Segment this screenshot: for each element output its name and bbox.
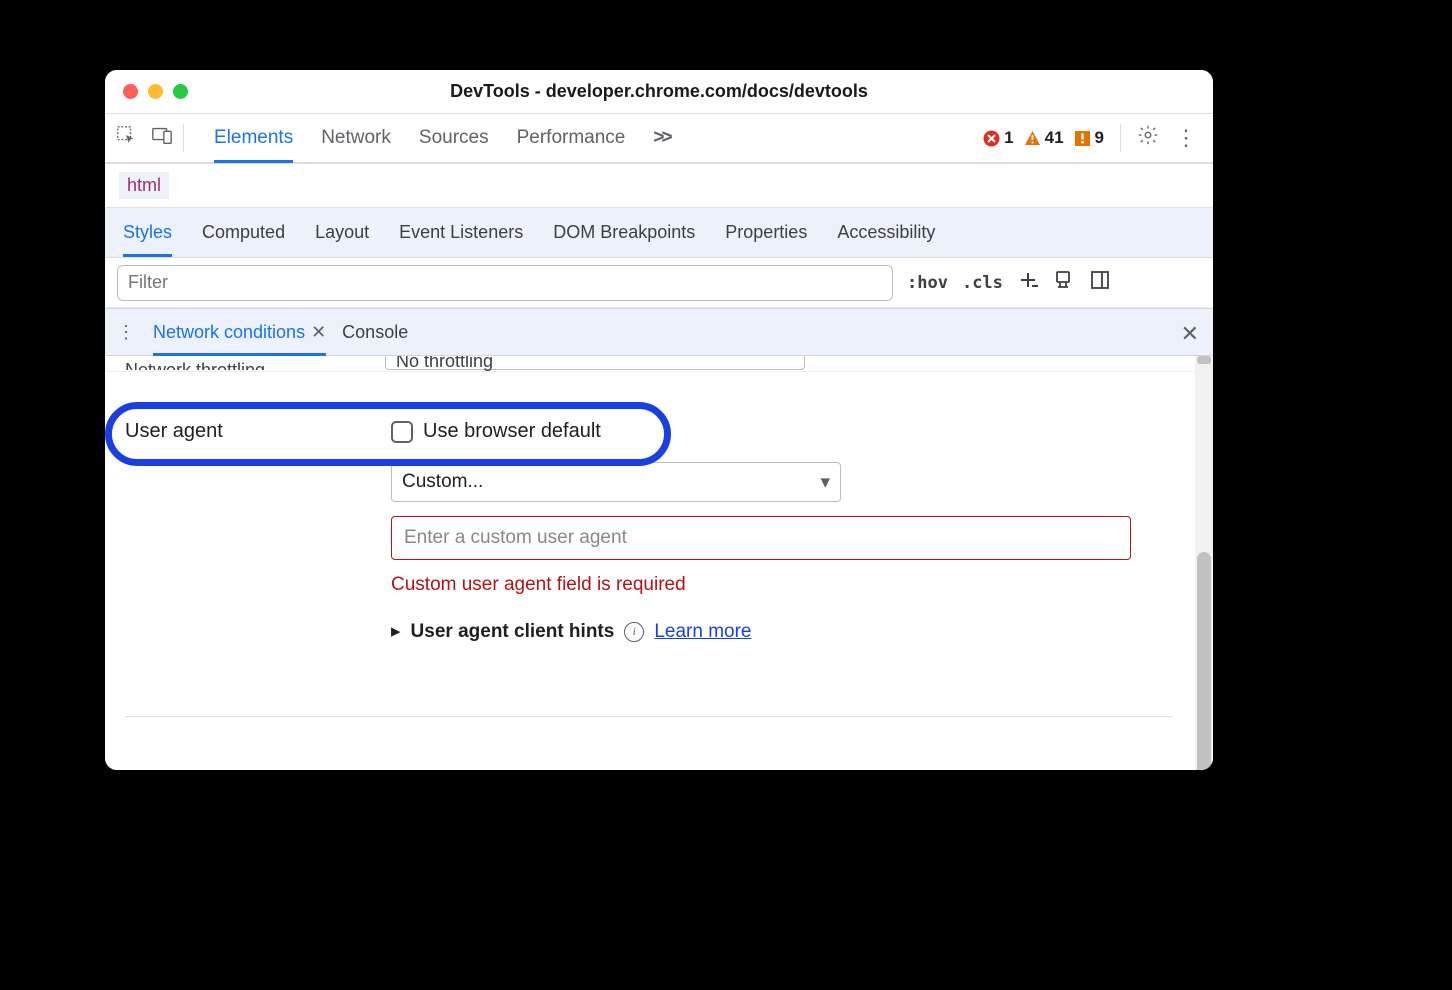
errors-count: 1 xyxy=(1004,128,1013,148)
subtab-layout[interactable]: Layout xyxy=(315,208,369,257)
tab-elements[interactable]: Elements xyxy=(214,115,293,161)
subtab-dom-breakpoints[interactable]: DOM Breakpoints xyxy=(553,208,695,257)
network-throttling-label: Network throttling xyxy=(125,356,385,370)
drawer-tab-network-conditions[interactable]: Network conditions ✕ xyxy=(153,310,326,355)
drawer-tabbar: ⋮ Network conditions ✕ Console ✕ xyxy=(105,308,1213,356)
hov-toggle[interactable]: :hov xyxy=(907,273,948,293)
ua-client-hints-label[interactable]: User agent client hints xyxy=(411,621,615,643)
inspect-element-icon[interactable] xyxy=(115,124,137,152)
network-conditions-panel: Network throttling No throttling User ag… xyxy=(105,356,1213,770)
devtools-window: DevTools - developer.chrome.com/docs/dev… xyxy=(105,70,1213,770)
use-browser-default-label: Use browser default xyxy=(423,420,601,443)
learn-more-link[interactable]: Learn more xyxy=(654,621,751,643)
error-icon xyxy=(983,130,1000,147)
user-agent-section: User agent Use browser default xyxy=(105,372,1213,462)
window-title: DevTools - developer.chrome.com/docs/dev… xyxy=(105,81,1213,102)
warnings-count: 41 xyxy=(1045,128,1064,148)
section-divider xyxy=(125,716,1173,717)
issues-count: 9 xyxy=(1095,128,1104,148)
window-close-button[interactable] xyxy=(123,84,138,99)
user-agent-label: User agent xyxy=(125,420,391,443)
drawer-more-icon[interactable]: ⋮ xyxy=(115,322,137,343)
warnings-badge[interactable]: 41 xyxy=(1024,128,1064,148)
custom-user-agent-placeholder: Enter a custom user agent xyxy=(404,527,627,549)
device-toolbar-icon[interactable] xyxy=(151,124,173,152)
use-browser-default-checkbox[interactable] xyxy=(391,421,413,443)
disclosure-triangle-icon[interactable]: ▸ xyxy=(391,620,401,643)
custom-user-agent-input[interactable]: Enter a custom user agent xyxy=(391,516,1131,560)
chevron-down-icon: ▾ xyxy=(820,471,830,494)
dom-breadcrumb: html xyxy=(105,164,1213,208)
user-agent-error-message: Custom user agent field is required xyxy=(391,574,1213,596)
styles-filter-input[interactable] xyxy=(117,265,893,301)
main-toolbar: Elements Network Sources Performance >> … xyxy=(105,114,1213,164)
issues-badge[interactable]: 9 xyxy=(1074,128,1104,148)
tab-sources[interactable]: Sources xyxy=(419,115,489,161)
panel-scrollbar-thumb-top[interactable] xyxy=(1197,356,1211,364)
tabs-overflow-button[interactable]: >> xyxy=(653,115,669,161)
subtab-accessibility[interactable]: Accessibility xyxy=(837,208,935,257)
info-icon[interactable]: i xyxy=(624,622,644,642)
issue-icon xyxy=(1074,130,1091,147)
close-network-conditions-icon[interactable]: ✕ xyxy=(311,322,326,343)
subtab-properties[interactable]: Properties xyxy=(725,208,807,257)
window-minimize-button[interactable] xyxy=(148,84,163,99)
errors-badge[interactable]: 1 xyxy=(983,128,1013,148)
titlebar: DevTools - developer.chrome.com/docs/dev… xyxy=(105,70,1213,114)
drawer-close-icon[interactable]: ✕ xyxy=(1181,321,1199,347)
tab-network[interactable]: Network xyxy=(321,115,391,161)
breadcrumb-html[interactable]: html xyxy=(119,172,169,199)
settings-icon[interactable] xyxy=(1137,124,1159,152)
panel-scrollbar-thumb[interactable] xyxy=(1197,552,1211,770)
elements-subtabs: Styles Computed Layout Event Listeners D… xyxy=(105,208,1213,258)
styles-filter-row: :hov .cls xyxy=(105,258,1213,308)
window-zoom-button[interactable] xyxy=(173,84,188,99)
subtab-styles[interactable]: Styles xyxy=(123,208,172,257)
traffic-lights xyxy=(105,84,188,99)
more-icon[interactable]: ⋮ xyxy=(1169,125,1203,151)
drawer-tab-console[interactable]: Console xyxy=(342,310,408,355)
tab-performance[interactable]: Performance xyxy=(517,115,626,161)
computed-sidebar-icon[interactable] xyxy=(1089,269,1111,296)
use-browser-default-checkbox-wrap[interactable]: Use browser default xyxy=(391,420,601,443)
paint-flashing-icon[interactable] xyxy=(1053,269,1075,296)
subtab-event-listeners[interactable]: Event Listeners xyxy=(399,208,523,257)
warning-icon xyxy=(1024,130,1041,147)
drawer-tab-network-conditions-label: Network conditions xyxy=(153,322,305,343)
subtab-computed[interactable]: Computed xyxy=(202,208,285,257)
network-throttling-select[interactable]: No throttling xyxy=(385,356,805,370)
cls-toggle[interactable]: .cls xyxy=(962,273,1003,293)
user-agent-select-value: Custom... xyxy=(402,471,483,493)
user-agent-select[interactable]: Custom... ▾ xyxy=(391,462,841,502)
new-style-rule-icon[interactable] xyxy=(1017,269,1039,296)
